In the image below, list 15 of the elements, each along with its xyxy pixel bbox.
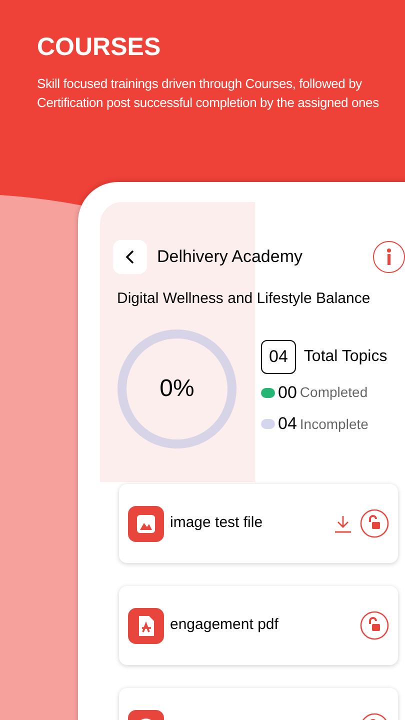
- app-title: Delhivery Academy: [157, 246, 303, 268]
- legend-count: 00: [278, 382, 297, 404]
- total-label: Total Topics: [304, 347, 388, 367]
- legend-count: 04: [278, 413, 297, 436]
- page-description: Skill focused trainings driven through Courses, followed by Certification post successful completion by the assigned ones: [37, 75, 380, 112]
- topic-card[interactable]: image test file: [119, 484, 398, 563]
- course-title: Digital Wellness and Lifestyle Balance: [116, 289, 372, 309]
- progress-percent: 0%: [158, 374, 196, 404]
- topic-card[interactable]: engagement pdf: [119, 586, 398, 665]
- legend-label: Incomplete: [300, 414, 368, 434]
- topic-title: engagement pdf: [170, 615, 278, 636]
- page-title: COURSES: [37, 32, 162, 62]
- total-count: 04: [261, 340, 296, 374]
- topic-title: image test file: [170, 513, 263, 534]
- legend-label: Completed: [300, 383, 368, 402]
